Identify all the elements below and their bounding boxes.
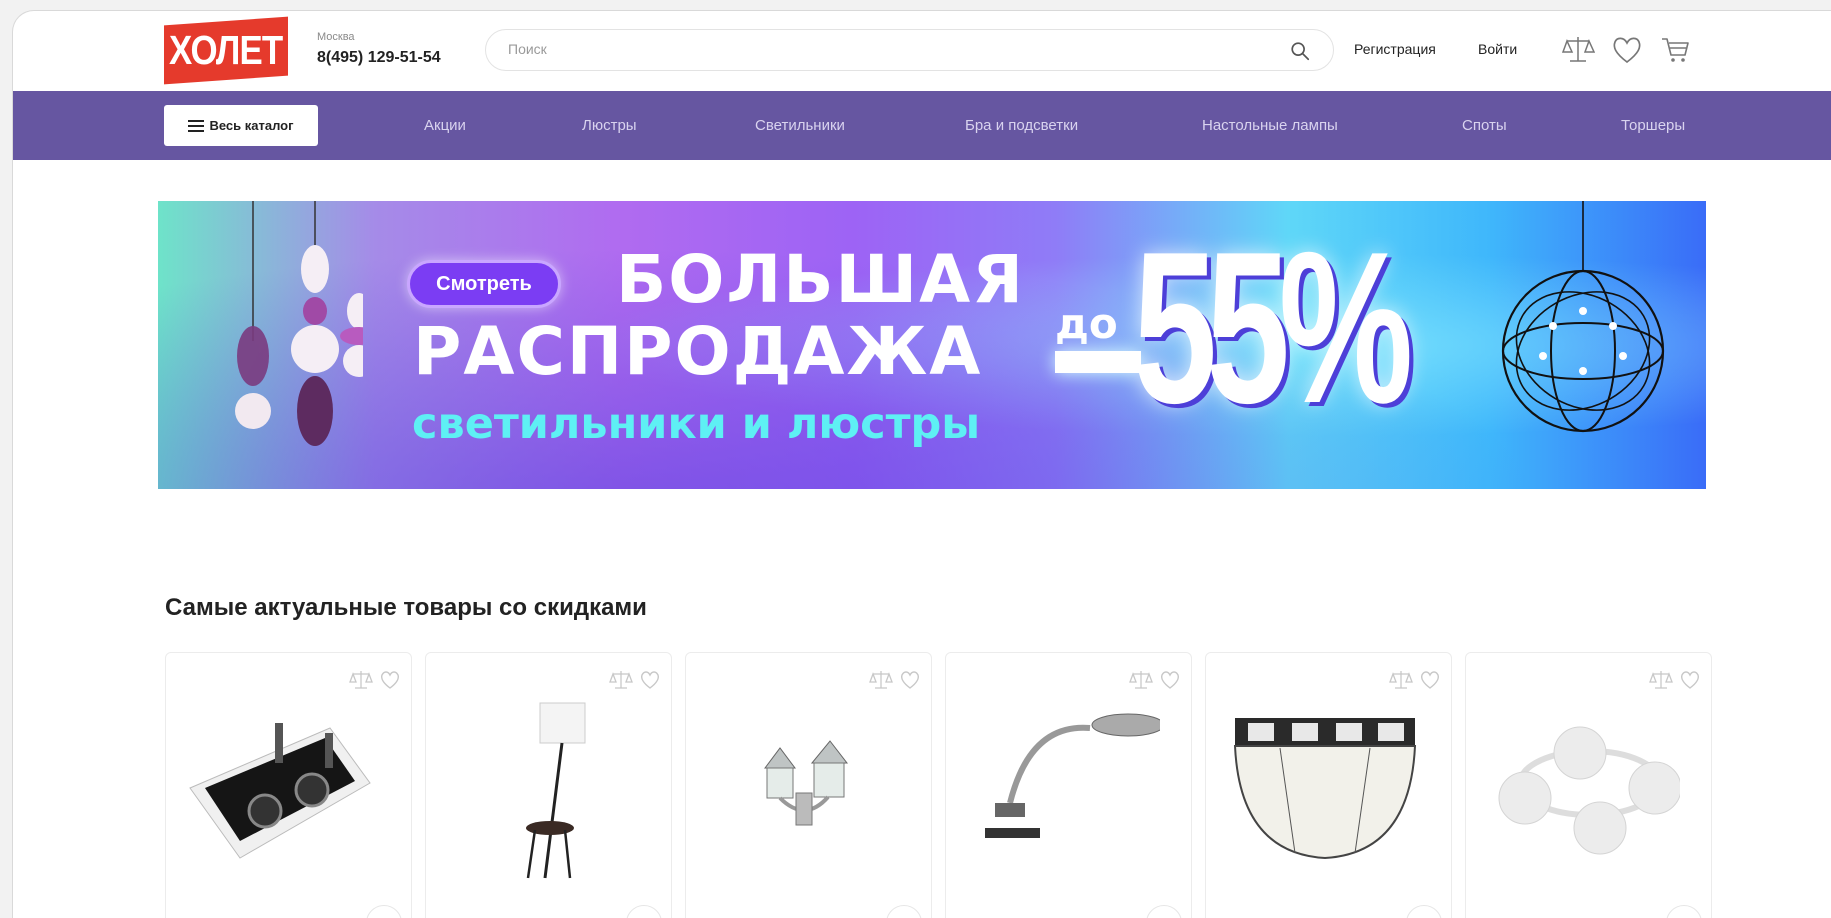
nav-link-spots[interactable]: Споты: [1462, 117, 1507, 134]
product-card[interactable]: [1465, 652, 1712, 918]
cart-icon[interactable]: [1658, 33, 1692, 67]
search-bar: [485, 29, 1334, 71]
zoom-button[interactable]: [1146, 905, 1182, 918]
zoom-button[interactable]: [886, 905, 922, 918]
zoom-button[interactable]: [1406, 905, 1442, 918]
header: ХОЛЕТ Москва 8(495) 129-51-54 Регистраци…: [13, 11, 1831, 91]
watch-button[interactable]: Смотреть: [407, 260, 561, 308]
compare-icon[interactable]: [869, 669, 893, 691]
login-link[interactable]: Войти: [1478, 41, 1517, 57]
compare-icon[interactable]: [1389, 669, 1413, 691]
banner-prefix: до: [1055, 299, 1118, 348]
menu-icon: [188, 119, 205, 132]
search-input[interactable]: [508, 41, 1268, 57]
product-image: [1233, 718, 1417, 860]
product-image: [985, 713, 1160, 838]
heart-icon[interactable]: [1159, 670, 1181, 690]
nav-link-table-lamps[interactable]: Настольные лампы: [1202, 117, 1338, 134]
phone-number[interactable]: 8(495) 129-51-54: [317, 49, 441, 67]
heart-icon[interactable]: [1679, 670, 1701, 690]
heart-icon[interactable]: [379, 670, 401, 690]
product-card[interactable]: [1205, 652, 1452, 918]
heart-icon[interactable]: [639, 670, 661, 690]
heart-icon[interactable]: [899, 670, 921, 690]
register-link[interactable]: Регистрация: [1354, 41, 1436, 57]
pendant-lamps-image: [235, 201, 363, 446]
compare-icon[interactable]: [609, 669, 633, 691]
product-card[interactable]: [685, 652, 932, 918]
compare-icon[interactable]: [1649, 669, 1673, 691]
zoom-button[interactable]: [366, 905, 402, 918]
banner-title-line1: БОЛЬШАЯ: [616, 241, 1025, 318]
compare-icon[interactable]: [349, 669, 373, 691]
nav-link-chandeliers[interactable]: Люстры: [582, 117, 637, 134]
promo-banner[interactable]: Смотреть БОЛЬШАЯ РАСПРОДАЖА светильники …: [158, 201, 1706, 489]
search-icon[interactable]: [1289, 40, 1311, 62]
heart-icon[interactable]: [1610, 33, 1644, 67]
product-grid: [165, 652, 1735, 918]
product-card[interactable]: [165, 652, 412, 918]
section-title: Самые актуальные товары со скидками: [165, 594, 647, 621]
zoom-button[interactable]: [1666, 905, 1702, 918]
zoom-button[interactable]: [626, 905, 662, 918]
main-nav: Весь каталог Акции Люстры Светильники Бр…: [13, 91, 1831, 160]
browser-frame: ХОЛЕТ Москва 8(495) 129-51-54 Регистраци…: [12, 10, 1831, 918]
city-label[interactable]: Москва: [317, 31, 355, 43]
logo[interactable]: ХОЛЕТ: [164, 16, 288, 85]
compare-icon[interactable]: [1129, 669, 1153, 691]
product-image: [764, 740, 849, 826]
product-card[interactable]: [425, 652, 672, 918]
banner-title-line2: РАСПРОДАЖА: [413, 313, 983, 390]
catalog-label: Весь каталог: [209, 118, 294, 133]
catalog-button[interactable]: Весь каталог: [164, 105, 318, 146]
product-image: [189, 723, 371, 859]
nav-link-lamps[interactable]: Светильники: [755, 117, 845, 134]
product-image: [1498, 726, 1680, 855]
banner-subtitle: светильники и люстры: [412, 399, 981, 449]
product-card[interactable]: [945, 652, 1192, 918]
banner-discount: 55%: [1133, 206, 1413, 448]
nav-link-sales[interactable]: Акции: [424, 117, 466, 134]
nav-link-sconces[interactable]: Бра и подсветки: [965, 117, 1078, 134]
logo-text: ХОЛЕТ: [169, 26, 283, 73]
banner-minus: [1055, 351, 1141, 373]
nav-link-floor-lamps[interactable]: Торшеры: [1621, 117, 1685, 134]
chandelier-image: [1501, 201, 1665, 433]
heart-icon[interactable]: [1419, 670, 1441, 690]
product-image: [526, 702, 586, 879]
compare-icon[interactable]: [1561, 33, 1595, 67]
